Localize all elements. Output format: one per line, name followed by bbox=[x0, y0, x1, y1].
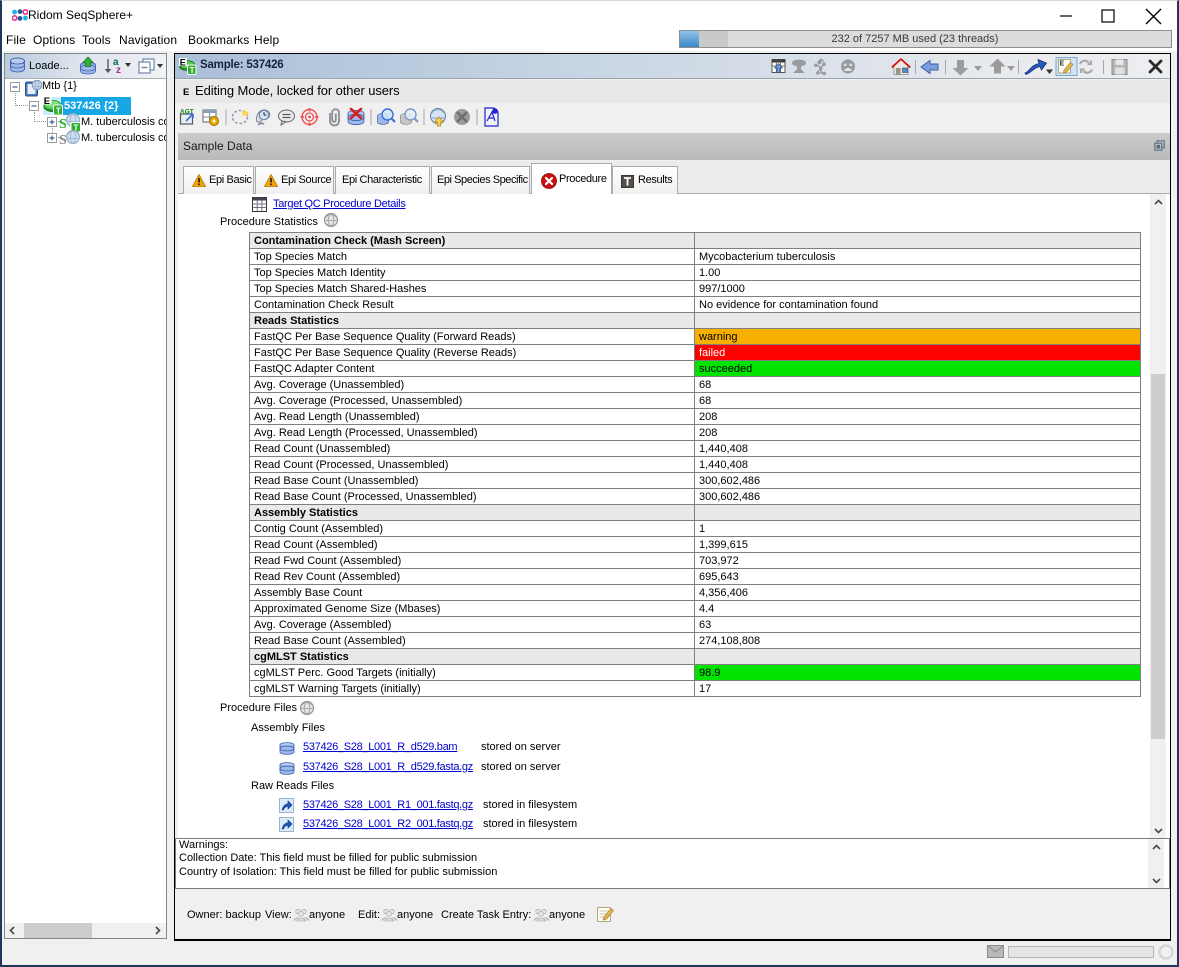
svg-text:E: E bbox=[44, 96, 50, 107]
svg-text:E: E bbox=[180, 58, 186, 67]
svg-text:T: T bbox=[190, 66, 195, 75]
svg-text:S: S bbox=[59, 133, 67, 148]
svg-text:E: E bbox=[1060, 61, 1065, 68]
svg-text:z: z bbox=[116, 65, 121, 75]
